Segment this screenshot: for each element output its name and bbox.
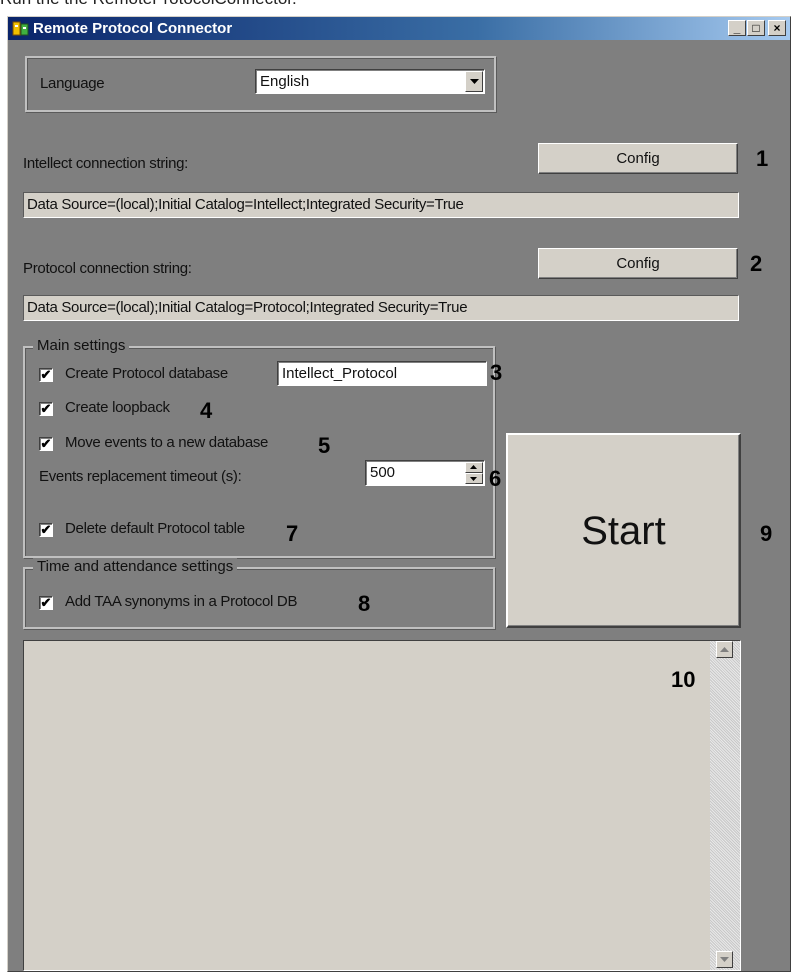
start-button[interactable]: Start: [506, 433, 741, 628]
callout-2: 2: [750, 251, 763, 276]
delete-table-label: Delete default Protocol table: [65, 520, 245, 537]
timeout-spinner[interactable]: 500: [365, 460, 485, 486]
maximize-button[interactable]: □: [747, 20, 765, 36]
callout-9: 9: [760, 521, 773, 546]
move-events-checkbox[interactable]: ✔: [39, 437, 53, 451]
timeout-label: Events replacement timeout (s):: [39, 468, 242, 485]
main-settings-group: Main settings ✔ Create Protocol database…: [23, 337, 495, 558]
callout-10: 10: [671, 667, 696, 692]
protocol-config-button[interactable]: Config: [538, 248, 738, 279]
create-loopback-label: Create loopback: [65, 399, 170, 416]
dropdown-arrow-button[interactable]: [465, 71, 483, 92]
intellect-connection-label: Intellect connection string:: [23, 155, 189, 172]
language-panel: Language English: [25, 56, 496, 112]
callout-3: 3: [490, 360, 503, 385]
taa-settings-group: Time and attendance settings ✔ Add TAA s…: [23, 558, 495, 629]
language-selected-value: English: [260, 73, 310, 90]
scroll-up-button[interactable]: [716, 641, 733, 658]
move-events-label: Move events to a new database: [65, 434, 269, 451]
protocol-connection-field[interactable]: Data Source=(local);Initial Catalog=Prot…: [23, 295, 739, 321]
spin-up-button[interactable]: [465, 462, 483, 473]
scroll-down-icon: [720, 957, 729, 962]
page-caption: Run the the RemoteProtocolConnector.: [0, 0, 797, 10]
timeout-value: 500: [370, 464, 396, 481]
title-bar[interactable]: Remote Protocol Connector _ □ ×: [8, 17, 790, 40]
intellect-config-button[interactable]: Config: [538, 143, 738, 174]
scroll-down-button[interactable]: [716, 951, 733, 968]
callout-4: 4: [200, 398, 213, 423]
callout-5: 5: [318, 433, 331, 458]
chevron-down-icon: [470, 79, 479, 84]
intellect-connection-field[interactable]: Data Source=(local);Initial Catalog=Inte…: [23, 192, 739, 218]
callout-7: 7: [286, 521, 299, 546]
scroll-up-icon: [720, 647, 729, 652]
spin-up-icon: [470, 465, 477, 469]
app-icon: [12, 21, 29, 36]
app-window: Remote Protocol Connector _ □ × Language…: [7, 16, 791, 972]
client-area: Language English Intellect connection st…: [8, 40, 790, 971]
minimize-button[interactable]: _: [728, 20, 746, 36]
close-button[interactable]: ×: [768, 20, 786, 36]
callout-6: 6: [489, 466, 502, 491]
log-output-area[interactable]: 10: [23, 640, 741, 971]
callout-1: 1: [756, 146, 769, 171]
add-synonyms-checkbox[interactable]: ✔: [39, 596, 53, 610]
spin-down-icon: [470, 477, 477, 481]
db-name-input[interactable]: Intellect_Protocol: [277, 361, 487, 386]
callout-8: 8: [358, 591, 371, 616]
add-synonyms-label: Add TAA synonyms in a Protocol DB: [65, 593, 298, 610]
vertical-scrollbar[interactable]: [710, 641, 740, 970]
create-loopback-checkbox[interactable]: ✔: [39, 402, 53, 416]
create-db-checkbox[interactable]: ✔: [39, 368, 53, 382]
language-select[interactable]: English: [255, 69, 485, 94]
create-db-label: Create Protocol database: [65, 365, 228, 382]
language-label: Language: [40, 75, 105, 92]
window-title: Remote Protocol Connector: [33, 20, 233, 37]
delete-table-checkbox[interactable]: ✔: [39, 523, 53, 537]
protocol-connection-label: Protocol connection string:: [23, 260, 192, 277]
main-settings-title: Main settings: [33, 337, 130, 354]
taa-settings-title: Time and attendance settings: [33, 558, 238, 575]
spin-down-button[interactable]: [465, 473, 483, 484]
